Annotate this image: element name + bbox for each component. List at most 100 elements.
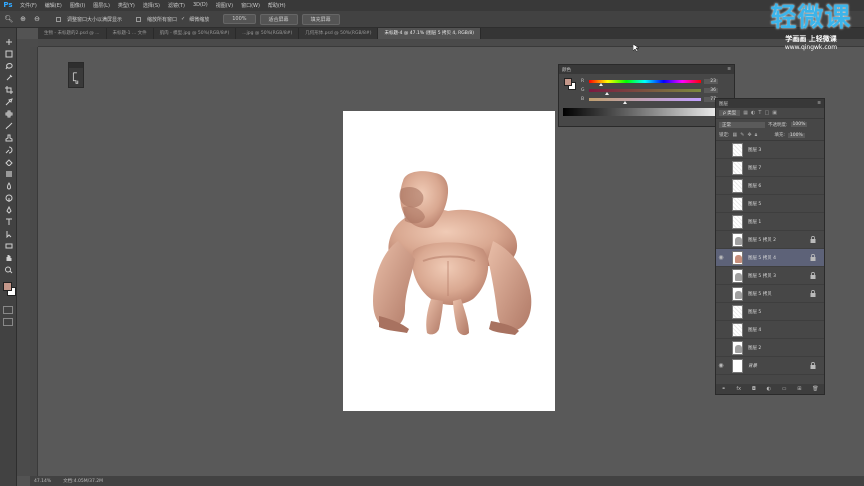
visibility-eye-icon[interactable] — [716, 339, 726, 357]
menu-item[interactable]: 选择(S) — [139, 2, 164, 9]
dodge-tool-button[interactable] — [0, 192, 17, 204]
opacity-input[interactable]: 100% — [790, 122, 808, 127]
quick-mask-icon[interactable] — [3, 306, 13, 314]
document-tab[interactable]: 未标题-1 ... 文件 — [107, 28, 154, 39]
panel-grip[interactable] — [69, 63, 83, 68]
layer-row[interactable]: 图层 2 — [716, 339, 824, 357]
layer-name[interactable]: 图层 2 — [748, 345, 761, 351]
lock-transparent-icon[interactable]: ▦ — [733, 132, 738, 138]
brush-tool-button[interactable] — [0, 120, 17, 132]
filter-pixel-icon[interactable]: ▦ — [743, 110, 748, 116]
new-layer-icon[interactable]: ⊞ — [797, 386, 801, 392]
menu-item[interactable]: 文件(F) — [16, 2, 41, 9]
new-group-icon[interactable]: ▭ — [782, 386, 787, 392]
delete-layer-icon[interactable]: 🗑︎ — [812, 386, 818, 392]
channel-slider[interactable] — [589, 79, 701, 86]
layer-style-icon[interactable]: fx — [736, 386, 741, 392]
layer-row[interactable]: 图层 7 — [716, 159, 824, 177]
visibility-eye-icon[interactable] — [716, 195, 726, 213]
zoom-tool-button[interactable] — [0, 264, 17, 276]
collapsed-history-panel[interactable] — [68, 62, 84, 88]
document-tab[interactable]: 几何形体.psd @ 50%(RGB/8#) — [299, 28, 379, 39]
resize-windows-checkbox[interactable] — [56, 16, 61, 22]
hand-tool-button[interactable] — [0, 252, 17, 264]
fill-input[interactable]: 100% — [787, 132, 805, 138]
zoom-level[interactable]: 47.14% — [34, 479, 51, 484]
menu-item[interactable]: 编辑(E) — [41, 2, 66, 9]
lock-all-icon[interactable]: 🔒︎ — [755, 132, 758, 138]
layer-row[interactable]: 图层 6 — [716, 177, 824, 195]
document-tab[interactable]: ...jpg @ 50%(RGB/8#) — [236, 28, 300, 39]
zoom-in-icon[interactable]: ⊕ — [18, 14, 28, 24]
channel-value[interactable]: 23 — [704, 78, 718, 84]
lock-pixels-icon[interactable]: ✎ — [740, 132, 744, 138]
layer-name[interactable]: 图层 5 拷贝 4 — [748, 255, 776, 261]
path-select-tool-button[interactable] — [0, 228, 17, 240]
layer-row[interactable]: 图层 4 — [716, 321, 824, 339]
pen-tool-button[interactable] — [0, 204, 17, 216]
layer-filter-kind[interactable]: ρ 类型 — [719, 110, 741, 116]
lasso-tool-button[interactable] — [0, 60, 17, 72]
move-tool-button[interactable] — [0, 36, 17, 48]
history-brush-tool-button[interactable] — [0, 144, 17, 156]
clone-stamp-tool-button[interactable] — [0, 132, 17, 144]
menu-item[interactable]: 窗口(W) — [237, 2, 264, 9]
menu-item[interactable]: 视图(V) — [212, 2, 237, 9]
layer-row[interactable]: 图层 5 拷贝 — [716, 285, 824, 303]
adjustment-layer-icon[interactable]: ◐ — [767, 386, 771, 392]
menu-item[interactable]: 帮助(H) — [264, 2, 290, 9]
gradient-tool-button[interactable] — [0, 168, 17, 180]
layer-name[interactable]: 背景 — [748, 363, 757, 369]
layer-name[interactable]: 图层 3 — [748, 147, 761, 153]
channel-slider[interactable] — [589, 97, 701, 104]
layer-row[interactable]: 图层 5 拷贝 3 — [716, 267, 824, 285]
menu-item[interactable]: 图层(L) — [89, 2, 114, 9]
visibility-eye-icon[interactable]: ◉ — [716, 357, 726, 375]
layer-row[interactable]: 图层 5 — [716, 195, 824, 213]
eraser-tool-button[interactable] — [0, 156, 17, 168]
filter-shape-icon[interactable]: □ — [764, 110, 769, 116]
menu-item[interactable]: 类型(Y) — [114, 2, 139, 9]
link-layers-icon[interactable]: ⚭ — [721, 386, 725, 392]
fill-screen-button[interactable]: 填充屏幕 — [301, 13, 340, 25]
panel-menu-icon[interactable]: ≡ — [727, 67, 731, 72]
layer-name[interactable]: 图层 5 拷贝 3 — [748, 273, 776, 279]
zoom-100-button[interactable]: 100% — [223, 14, 256, 24]
menu-item[interactable]: 滤镜(T) — [164, 2, 189, 9]
quick-select-tool-button[interactable] — [0, 72, 17, 84]
add-mask-icon[interactable]: ◘ — [752, 386, 756, 392]
visibility-eye-icon[interactable] — [716, 177, 726, 195]
zoom-out-icon[interactable]: ⊖ — [32, 14, 42, 24]
layer-row[interactable]: 图层 1 — [716, 213, 824, 231]
lock-position-icon[interactable]: ✥ — [747, 132, 751, 138]
layer-name[interactable]: 图层 5 — [748, 201, 761, 207]
layer-name[interactable]: 图层 5 拷贝 — [748, 291, 772, 297]
marquee-tool-button[interactable] — [0, 48, 17, 60]
layer-name[interactable]: 图层 5 拷贝 2 — [748, 237, 776, 243]
layer-name[interactable]: 图层 5 — [748, 309, 761, 315]
shape-tool-button[interactable] — [0, 240, 17, 252]
healing-brush-tool-button[interactable] — [0, 108, 17, 120]
layer-row[interactable]: 图层 3 — [716, 141, 824, 159]
menu-item[interactable]: 图像(I) — [66, 2, 89, 9]
layer-name[interactable]: 图层 4 — [748, 327, 761, 333]
zoom-tool-preset-icon[interactable]: 🔍︎ — [4, 14, 14, 24]
visibility-eye-icon[interactable] — [716, 303, 726, 321]
filter-adjust-icon[interactable]: ◐ — [751, 110, 755, 116]
foreground-color-swatch[interactable] — [3, 282, 12, 291]
panel-menu-icon[interactable]: ≡ — [817, 101, 821, 106]
fit-screen-button[interactable]: 适合屏幕 — [259, 13, 298, 25]
layer-name[interactable]: 图层 1 — [748, 219, 761, 225]
type-tool-button[interactable] — [0, 216, 17, 228]
document-tab[interactable]: 生物 - 未标题的2.psd @ ... — [38, 28, 107, 39]
visibility-eye-icon[interactable] — [716, 321, 726, 339]
zoom-all-checkbox[interactable] — [136, 16, 142, 22]
document-canvas[interactable] — [343, 111, 555, 411]
document-tab[interactable]: 肌肉 - 模型.jpg @ 50%(RGB/8#) — [154, 28, 237, 39]
document-tab[interactable]: 未标题-4 @ 47.1% (图层 5 拷贝 4, RGB/8) — [378, 28, 481, 39]
eyedropper-tool-button[interactable] — [0, 96, 17, 108]
channel-value[interactable]: 36 — [704, 87, 718, 93]
tools-panel-grip[interactable] — [0, 28, 16, 36]
layer-row[interactable]: ◉ 图层 5 拷贝 4 — [716, 249, 824, 267]
crop-tool-button[interactable] — [0, 84, 17, 96]
